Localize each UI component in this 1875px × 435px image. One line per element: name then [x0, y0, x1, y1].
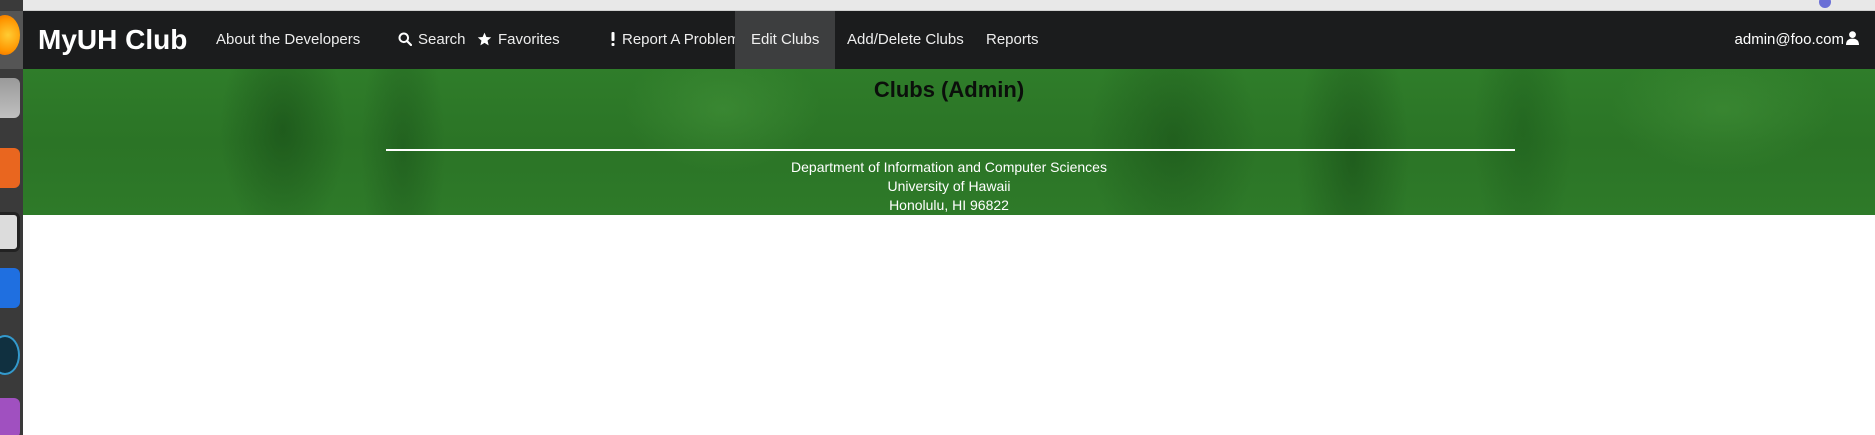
page-title: Clubs (Admin) [873, 77, 1025, 102]
top-navbar: MyUH Club About the Developers Search Fa… [23, 11, 1875, 69]
footer-department: Department of Information and Computer S… [791, 159, 1107, 175]
nav-label: Reports [986, 31, 1039, 48]
search-icon [398, 31, 418, 48]
nav-favorites[interactable]: Favorites [461, 11, 576, 69]
browser-top-strip [0, 0, 1875, 11]
brand-logo[interactable]: MyUH Club [38, 11, 187, 69]
footer-address: Honolulu, HI 96822 [889, 197, 1009, 213]
nav-label: Favorites [498, 31, 560, 48]
exclamation-icon [610, 31, 622, 48]
hero-banner: Clubs (Admin) Department of Information … [23, 69, 1875, 215]
files-icon[interactable] [0, 78, 20, 118]
nav-label: Add/Delete Clubs [847, 31, 964, 48]
calculator-icon[interactable] [0, 398, 20, 435]
nav-label: Search [418, 31, 466, 48]
editor-icon[interactable] [0, 268, 20, 308]
software-center-icon[interactable] [0, 148, 20, 188]
nav-add-delete-clubs[interactable]: Add/Delete Clubs [831, 11, 980, 69]
nav-report-problem[interactable]: Report A Problem [594, 11, 756, 69]
nav-label: About the Developers [216, 31, 361, 48]
user-email: admin@foo.com [1734, 31, 1844, 48]
terminal-icon[interactable] [0, 212, 20, 252]
nav-reports[interactable]: Reports [970, 11, 1055, 69]
footer-university: University of Hawaii [887, 178, 1011, 194]
browser-extension-icon[interactable] [1819, 0, 1831, 8]
nav-edit-clubs[interactable]: Edit Clubs [735, 11, 836, 69]
settings-icon[interactable] [0, 335, 20, 375]
nav-label: Report A Problem [622, 31, 740, 48]
user-icon [1844, 31, 1859, 48]
user-menu[interactable]: admin@foo.com [1735, 11, 1859, 69]
nav-label: Edit Clubs [751, 31, 820, 48]
os-dock [0, 0, 23, 435]
nav-about-developers[interactable]: About the Developers [200, 11, 376, 69]
star-icon [477, 31, 498, 48]
footer-divider [386, 149, 1515, 151]
